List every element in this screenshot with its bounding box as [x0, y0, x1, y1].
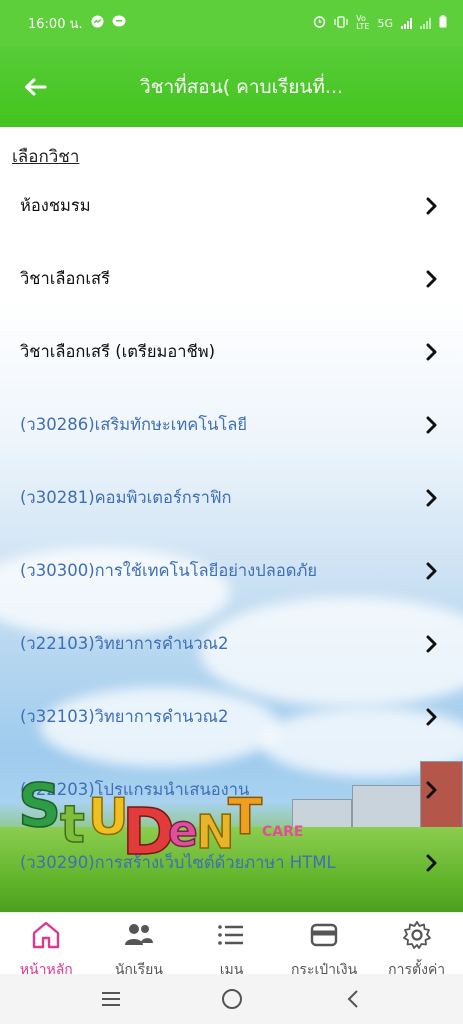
subject-list-screen: เลือกวิชา ห้องชมรมวิชาเลือกเสรีวิชาเลือก…	[0, 127, 463, 912]
subject-label: (ว30290)การสร้างเว็บไซต์ด้วยภาษา HTML	[20, 852, 336, 872]
line-app-icon	[112, 15, 126, 31]
chevron-right-icon	[426, 854, 437, 871]
vibrate-icon	[334, 15, 348, 31]
chevron-right-icon	[426, 781, 437, 798]
system-nav-bar	[0, 974, 463, 1024]
network-type: 5G	[377, 16, 393, 30]
subject-row[interactable]: ห้องชมรม	[0, 169, 463, 242]
back-button[interactable]	[0, 46, 70, 127]
chevron-right-icon	[426, 197, 437, 214]
wallet-icon	[308, 919, 340, 955]
signal-icon	[401, 17, 412, 29]
nav-item-wallet[interactable]: กระเป๋าเงิน	[278, 913, 371, 978]
subject-label: วิชาเลือกเสรี	[20, 268, 110, 288]
back-system-button[interactable]	[333, 979, 373, 1019]
subject-row[interactable]: (ว30286)เสริมทักษะเทคโนโลยี	[0, 388, 463, 461]
subject-row[interactable]: (ว32103)วิทยาการคำนวณ2	[0, 680, 463, 753]
subject-row[interactable]: (ว30290)การสร้างเว็บไซต์ด้วยภาษา HTML	[0, 826, 463, 899]
subject-row[interactable]: (ว30300)การใช้เทคโนโลยีอย่างปลอดภัย	[0, 534, 463, 607]
subject-label: (ว32103)วิทยาการคำนวณ2	[20, 706, 229, 726]
subject-row[interactable]: (ว30281)คอมพิวเตอร์กราฟิก	[0, 461, 463, 534]
home-system-button[interactable]	[212, 979, 252, 1019]
home-icon	[30, 919, 62, 955]
chevron-right-icon	[426, 416, 437, 433]
volte-icon: Vo LTE	[356, 14, 370, 31]
bottom-nav: หน้าหลัก นักเรียน เมนู กระเป๋าเงิน การตั้งค่…	[0, 912, 463, 978]
chevron-right-icon	[426, 489, 437, 506]
nav-item-gear[interactable]: การตั้งค่า	[370, 913, 463, 978]
recents-icon	[101, 992, 120, 1006]
page-title: วิชาที่สอน( คาบเรียนที่...	[139, 75, 344, 98]
subject-row[interactable]: วิชาเลือกเสรี	[0, 242, 463, 315]
nav-item-list[interactable]: เมนู	[185, 913, 278, 978]
subject-row[interactable]: (ว22103)วิทยาการคำนวณ2	[0, 607, 463, 680]
chevron-right-icon	[426, 562, 437, 579]
chevron-right-icon	[426, 635, 437, 652]
nav-item-people[interactable]: นักเรียน	[93, 913, 186, 978]
signal-icon-2	[420, 17, 431, 29]
messenger-icon	[91, 15, 104, 31]
subject-list: ห้องชมรมวิชาเลือกเสรีวิชาเลือกเสรี (เตรี…	[0, 169, 463, 899]
section-label: เลือกวิชา	[12, 147, 80, 167]
home-circle-icon	[221, 989, 242, 1009]
status-time: 16:00 น.	[28, 16, 83, 32]
subject-label: ห้องชมรม	[20, 195, 91, 215]
chevron-right-icon	[426, 343, 437, 360]
subject-label: (ว30300)การใช้เทคโนโลยีอย่างปลอดภัย	[20, 560, 317, 580]
status-bar: 16:00 น. Vo LTE 5G	[0, 0, 463, 46]
subject-label: (ว22203)โปรแกรมนำเสนองาน	[20, 779, 250, 799]
subject-row[interactable]: วิชาเลือกเสรี (เตรียมอาชีพ)	[0, 315, 463, 388]
people-icon	[123, 919, 155, 955]
chevron-right-icon	[426, 708, 437, 725]
subject-label: วิชาเลือกเสรี (เตรียมอาชีพ)	[20, 341, 216, 361]
chevron-right-icon	[426, 270, 437, 287]
subject-row[interactable]: (ว22203)โปรแกรมนำเสนองาน	[0, 753, 463, 826]
recent-apps-button[interactable]	[91, 979, 131, 1019]
gear-icon	[401, 919, 433, 955]
app-bar: วิชาที่สอน( คาบเรียนที่...	[0, 46, 463, 127]
arrow-left-icon	[25, 78, 47, 95]
nav-item-home[interactable]: หน้าหลัก	[0, 913, 93, 978]
alarm-icon	[313, 15, 326, 31]
battery-icon	[439, 15, 447, 31]
list-icon	[215, 919, 247, 955]
subject-label: (ว22103)วิทยาการคำนวณ2	[20, 633, 229, 653]
chevron-left-icon	[347, 990, 358, 1008]
subject-label: (ว30286)เสริมทักษะเทคโนโลยี	[20, 414, 248, 434]
subject-label: (ว30281)คอมพิวเตอร์กราฟิก	[20, 487, 232, 507]
